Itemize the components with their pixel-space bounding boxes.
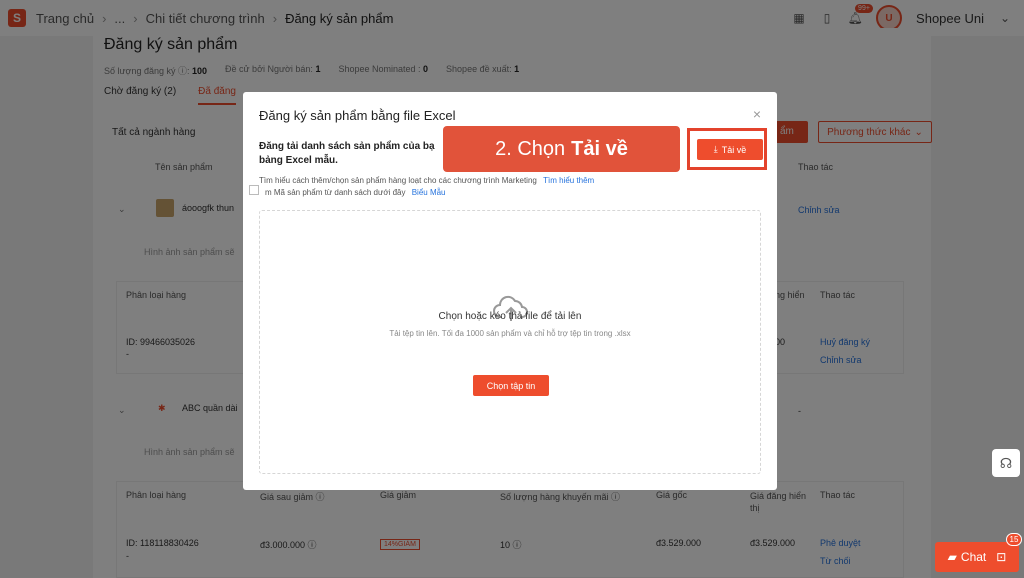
choose-file-button[interactable]: Chọn tập tin [473, 375, 549, 396]
template-link[interactable]: Biểu Mẫu [412, 188, 446, 197]
learn-more-link[interactable]: Tìm hiểu thêm [543, 176, 594, 185]
template-text: m Mã sản phẩm từ danh sách dưới đây [265, 188, 406, 197]
chat-label: Chat [960, 550, 987, 564]
dropzone-title: Chọn hoặc kéo thả file để tải lên [438, 311, 582, 322]
checkbox[interactable] [249, 185, 259, 195]
learn-more-row: Tìm hiểu cách thêm/chọn sản phẩm hàng lo… [259, 176, 594, 185]
callout-prefix: 2. Chọn [495, 137, 566, 160]
file-dropzone[interactable]: Chọn hoặc kéo thả file để tải lên Tải tệ… [259, 210, 761, 474]
chat-expand-icon: ⊡ [996, 550, 1007, 564]
download-button[interactable]: ⤓ Tải về [697, 139, 763, 160]
callout-emphasis: Tải về [571, 137, 628, 160]
modal-title: Đăng ký sản phẩm bằng file Excel [259, 108, 456, 123]
chat-badge: 15 [1006, 533, 1022, 546]
download-icon: ⤓ [713, 144, 718, 154]
chat-bubble-icon: ▰ [947, 550, 957, 564]
chat-button[interactable]: ▰ Chat ⊡ [935, 542, 1019, 572]
learn-more-text: Tìm hiểu cách thêm/chọn sản phẩm hàng lo… [259, 176, 537, 185]
modal-description: Đăng tải danh sách sản phẩm của bạ bảng … [259, 141, 435, 166]
download-label: Tải về [721, 144, 747, 155]
tutorial-callout: 2. Chọn Tải về [443, 126, 680, 172]
close-icon[interactable]: × [753, 106, 761, 122]
headset-icon[interactable]: ☊ [992, 449, 1020, 477]
dropzone-subtitle: Tải tệp tin lên. Tối đa 1000 sản phẩm và… [389, 329, 631, 338]
template-row: m Mã sản phẩm từ danh sách dưới đây Biểu… [265, 188, 446, 197]
